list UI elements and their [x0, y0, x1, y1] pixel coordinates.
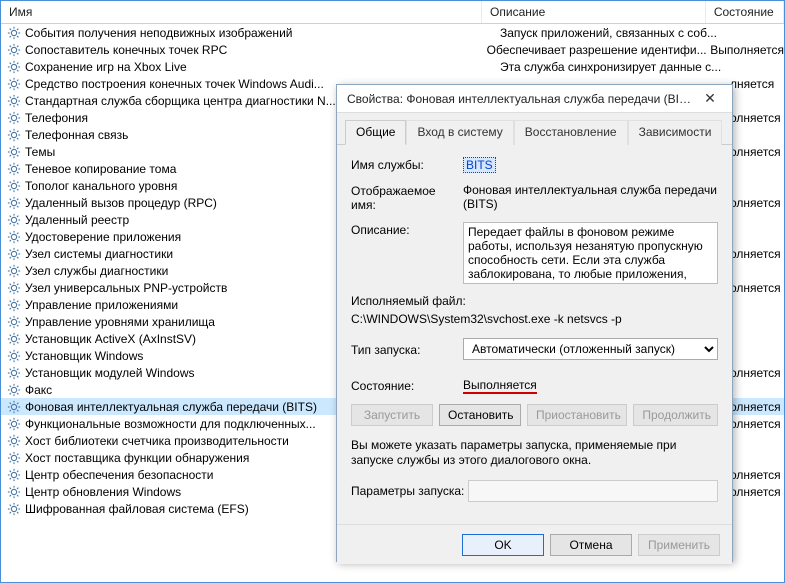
help-text: Вы можете указать параметры запуска, при…: [351, 438, 718, 468]
tab-content-general: Имя службы: BITS Отображаемое имя: Фонов…: [337, 145, 732, 524]
label-display-name: Отображаемое имя:: [351, 183, 463, 212]
gear-icon: [7, 145, 21, 159]
column-header-state[interactable]: Состояние: [706, 1, 784, 23]
tab-general[interactable]: Общие: [345, 120, 406, 145]
service-state: олняется: [730, 366, 781, 380]
service-state: олняется: [730, 145, 781, 159]
gear-icon: [7, 502, 21, 516]
label-params: Параметры запуска:: [351, 484, 464, 498]
gear-icon: [7, 417, 21, 431]
table-row[interactable]: Сохранение игр на Xbox LiveЭта служба си…: [1, 58, 784, 75]
gear-icon: [7, 264, 21, 278]
service-state: олняется: [730, 468, 781, 482]
dialog-title: Свойства: Фоновая интеллектуальная служб…: [347, 92, 694, 106]
gear-icon: [7, 366, 21, 380]
service-state: Выполняется: [710, 43, 784, 57]
gear-icon: [7, 468, 21, 482]
gear-icon: [7, 230, 21, 244]
label-exe-path: Исполняемый файл:: [351, 294, 718, 308]
label-description: Описание:: [351, 222, 463, 237]
gear-icon: [7, 43, 21, 57]
cancel-button[interactable]: Отмена: [550, 534, 632, 556]
gear-icon: [7, 332, 21, 346]
dialog-titlebar[interactable]: Свойства: Фоновая интеллектуальная служб…: [337, 85, 732, 113]
gear-icon: [7, 451, 21, 465]
service-state: олняется: [730, 196, 781, 210]
column-header-desc[interactable]: Описание: [482, 1, 706, 23]
service-desc: Эта служба синхронизирует данные с...: [500, 60, 730, 74]
gear-icon: [7, 298, 21, 312]
gear-icon: [7, 94, 21, 108]
gear-icon: [7, 179, 21, 193]
value-description[interactable]: Передает файлы в фоновом режиме работы, …: [463, 222, 718, 284]
value-display-name: Фоновая интеллектуальная служба передачи…: [463, 183, 718, 211]
gear-icon: [7, 434, 21, 448]
label-startup-type: Тип запуска:: [351, 342, 463, 357]
service-state: олняется: [730, 400, 781, 414]
gear-icon: [7, 162, 21, 176]
label-state: Состояние:: [351, 378, 463, 393]
params-input: [468, 480, 718, 502]
tab-recovery[interactable]: Восстановление: [514, 120, 628, 145]
services-list: Имя Описание Состояние События получения…: [1, 1, 784, 582]
gear-icon: [7, 400, 21, 414]
dialog-footer: OK Отмена Применить: [337, 524, 732, 564]
table-row[interactable]: Сопоставитель конечных точек RPCОбеспечи…: [1, 41, 784, 58]
value-state: Выполняется: [463, 378, 537, 394]
resume-button: Продолжить: [633, 404, 718, 426]
gear-icon: [7, 485, 21, 499]
pause-button: Приостановить: [527, 404, 627, 426]
gear-icon: [7, 247, 21, 261]
service-name: Сохранение игр на Xbox Live: [25, 60, 500, 74]
gear-icon: [7, 196, 21, 210]
service-state: олняется: [730, 485, 781, 499]
service-name: События получения неподвижных изображени…: [25, 26, 500, 40]
label-service-name: Имя службы:: [351, 157, 463, 172]
service-state: олняется: [730, 247, 781, 261]
value-exe-path: C:\WINDOWS\System32\svchost.exe -k netsv…: [351, 312, 718, 326]
ok-button[interactable]: OK: [462, 534, 544, 556]
close-icon[interactable]: ✕: [694, 88, 726, 110]
service-state: олняется: [730, 417, 781, 431]
tab-dependencies[interactable]: Зависимости: [628, 120, 723, 145]
gear-icon: [7, 281, 21, 295]
gear-icon: [7, 26, 21, 40]
list-header: Имя Описание Состояние: [1, 1, 784, 24]
tabstrip: Общие Вход в систему Восстановление Зави…: [337, 113, 732, 145]
service-state: олняется: [730, 111, 781, 125]
gear-icon: [7, 349, 21, 363]
gear-icon: [7, 60, 21, 74]
apply-button: Применить: [638, 534, 720, 556]
service-desc: Запуск приложений, связанных с соб...: [500, 26, 730, 40]
start-button: Запустить: [351, 404, 433, 426]
value-service-name[interactable]: BITS: [463, 157, 496, 173]
gear-icon: [7, 128, 21, 142]
service-desc: Обеспечивает разрешение идентифи...: [487, 43, 711, 57]
service-state: лняется: [730, 77, 774, 91]
gear-icon: [7, 383, 21, 397]
gear-icon: [7, 111, 21, 125]
service-state: олняется: [730, 281, 781, 295]
service-name: Сопоставитель конечных точек RPC: [25, 43, 487, 57]
startup-type-select[interactable]: Автоматически (отложенный запуск): [463, 338, 718, 360]
tab-logon[interactable]: Вход в систему: [406, 120, 513, 145]
stop-button[interactable]: Остановить: [439, 404, 521, 426]
table-row[interactable]: События получения неподвижных изображени…: [1, 24, 784, 41]
gear-icon: [7, 315, 21, 329]
properties-dialog: Свойства: Фоновая интеллектуальная служб…: [336, 84, 733, 562]
gear-icon: [7, 77, 21, 91]
column-header-name[interactable]: Имя: [1, 1, 482, 23]
gear-icon: [7, 213, 21, 227]
